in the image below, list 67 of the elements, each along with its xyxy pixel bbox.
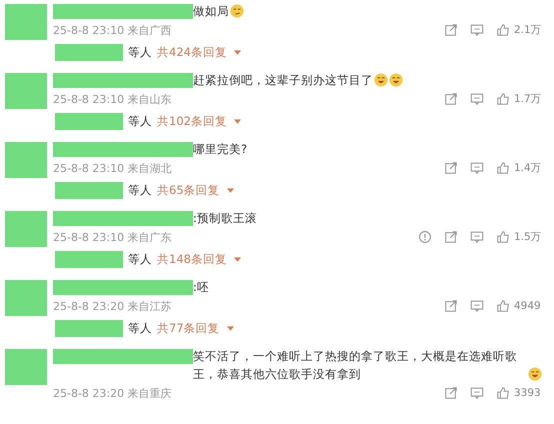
share-icon[interactable] (444, 23, 458, 37)
redaction-block (55, 182, 123, 199)
comment-icon[interactable] (470, 23, 484, 37)
comment-text: :呸 (193, 279, 209, 296)
thumbs-up-icon[interactable] (496, 92, 510, 106)
redaction-block (55, 251, 123, 268)
thumbs-up-icon[interactable] (496, 23, 510, 37)
redaction-block (5, 73, 47, 109)
emoji-icon (389, 73, 403, 87)
comment-text: :预制歌王滚 (193, 210, 257, 227)
reply-text: 等人 (128, 45, 152, 60)
reply-text: 等人 (128, 114, 152, 129)
redaction-block (5, 211, 47, 247)
caret-icon[interactable] (234, 50, 241, 55)
redaction-block (5, 142, 47, 178)
reply-text: 等人 (128, 252, 152, 267)
comment-icon[interactable] (470, 92, 484, 106)
emoji-icon (528, 367, 542, 381)
share-icon[interactable] (444, 161, 458, 175)
share-icon[interactable] (444, 230, 458, 244)
comment-timestamp: 25-8-8 23:10 来自湖北 (53, 160, 172, 176)
comment-timestamp: 25-8-8 23:20 来自重庆 (53, 386, 172, 400)
comment-text: 赶紧拉倒吧，这辈子别办这节目了 (193, 72, 373, 89)
comment-text: 做如局 (193, 3, 229, 20)
caret-icon[interactable] (234, 257, 241, 262)
comment-icon[interactable] (470, 299, 484, 313)
redaction-block (55, 320, 123, 337)
like-count: 4949 (514, 300, 542, 312)
redaction-block (5, 349, 47, 385)
comment-icon[interactable] (470, 161, 484, 175)
reply-count-link[interactable]: 共65条回复 (157, 183, 220, 198)
like-count: 1.4万 (514, 161, 542, 175)
comment-text: 笑不活了，一个难听上了热搜的拿了歌王，大概是在选难听歌王，恭喜其他六位歌手没有拿到 (193, 348, 518, 383)
comment-icon[interactable] (470, 386, 484, 400)
caret-icon[interactable] (234, 119, 241, 124)
redaction-block (5, 280, 47, 316)
redaction-block (55, 44, 123, 61)
comment-timestamp: 25-8-8 23:10 来自广西 (53, 22, 172, 38)
reply-count-link[interactable]: 共77条回复 (157, 321, 220, 336)
comment-timestamp: 25-8-8 23:10 来自山东 (53, 92, 172, 106)
alert-icon[interactable] (418, 230, 432, 244)
redaction-block (5, 4, 47, 40)
emoji-icon (230, 4, 244, 18)
share-icon[interactable] (444, 299, 458, 313)
comment-timestamp: 25-8-8 23:10 来自广东 (53, 230, 172, 244)
reply-count-link[interactable]: 共102条回复 (157, 114, 227, 129)
share-icon[interactable] (444, 386, 458, 400)
like-count: 1.7万 (514, 92, 542, 106)
like-count: 2.1万 (514, 23, 542, 37)
caret-icon[interactable] (226, 326, 234, 331)
caret-icon[interactable] (226, 188, 234, 193)
thumbs-up-icon[interactable] (496, 230, 510, 244)
comment-text: 哪里完美? (193, 141, 248, 158)
reply-text: 等人 (128, 321, 152, 336)
reply-text: 等人 (128, 183, 152, 198)
redaction-block (55, 113, 123, 130)
emoji-icon (374, 73, 388, 87)
like-count: 3393 (514, 387, 542, 399)
like-count: 1.5万 (514, 230, 542, 244)
comment-icon[interactable] (470, 230, 484, 244)
share-icon[interactable] (444, 92, 458, 106)
thumbs-up-icon[interactable] (496, 161, 510, 175)
reply-count-link[interactable]: 共424条回复 (157, 45, 227, 60)
comment-timestamp: 25-8-8 23:20 来自江苏 (53, 298, 172, 314)
thumbs-up-icon[interactable] (496, 386, 510, 400)
reply-count-link[interactable]: 共148条回复 (157, 252, 227, 267)
thumbs-up-icon[interactable] (496, 299, 510, 313)
